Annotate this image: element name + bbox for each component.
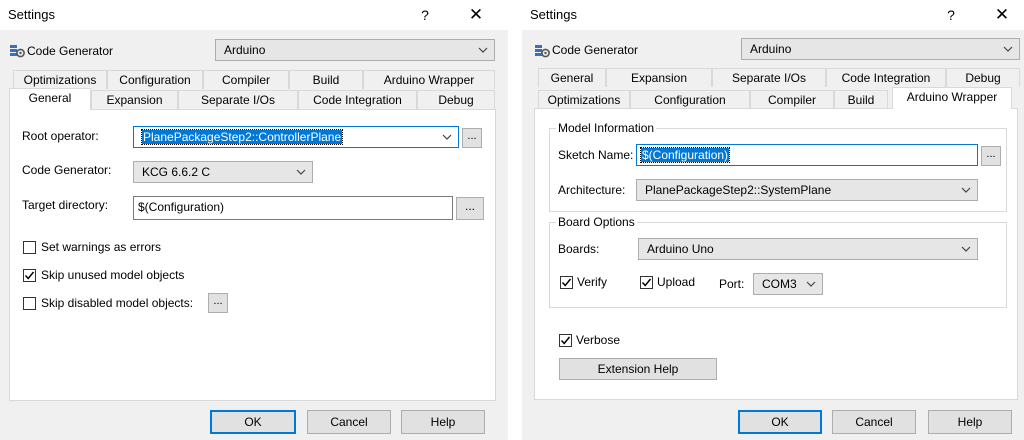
chevron-down-icon	[961, 187, 971, 193]
tab-debug[interactable]: Debug	[417, 90, 495, 109]
boards-dropdown[interactable]: Arduino Uno	[638, 238, 978, 260]
extension-help-button[interactable]: Extension Help	[559, 358, 717, 380]
title-bar: Settings ? ✕	[0, 0, 508, 30]
code-generator-label: Code Generator	[552, 43, 639, 57]
chevron-down-icon	[478, 47, 488, 53]
checkmark-icon	[560, 336, 571, 345]
codegen-dropdown[interactable]: KCG 6.6.2 C	[133, 161, 313, 183]
tab-optimizations[interactable]: Optimizations	[538, 90, 630, 109]
tab-optimizations[interactable]: Optimizations	[13, 70, 107, 89]
close-button[interactable]: ✕	[462, 4, 490, 26]
chevron-down-icon	[442, 134, 452, 140]
checkmark-icon	[561, 278, 572, 287]
root-operator-label: Root operator:	[22, 129, 99, 143]
sketch-name-label: Sketch Name:	[558, 148, 634, 162]
model-information-group: Model Information Sketch Name: $(Configu…	[549, 121, 1007, 212]
board-options-title: Board Options	[556, 215, 637, 229]
settings-dialog-arduino-wrapper: Settings ? ✕ Code Generator Arduino Gene…	[522, 0, 1024, 440]
skip-unused-label: Skip unused model objects	[41, 268, 185, 282]
code-generator-dropdown[interactable]: Arduino	[215, 39, 495, 61]
skip-unused-checkbox[interactable]	[23, 269, 36, 282]
settings-dialog-general: Settings ? ✕ Code Generator Arduino Opti…	[0, 0, 508, 440]
close-button[interactable]: ✕	[988, 4, 1016, 26]
board-options-group: Board Options Boards: Arduino Uno Verify…	[549, 215, 1007, 308]
ok-button[interactable]: OK	[210, 410, 296, 434]
help-button[interactable]: Help	[401, 410, 485, 434]
architecture-value: PlanePackageStep2::SystemPlane	[645, 183, 832, 197]
code-generator-value: Arduino	[750, 42, 792, 56]
root-operator-dropdown[interactable]: PlanePackageStep2::ControllerPlane	[133, 126, 459, 148]
model-information-title: Model Information	[556, 121, 657, 135]
tab-debug[interactable]: Debug	[946, 68, 1020, 87]
code-generator-label: Code Generator	[27, 44, 114, 58]
set-warnings-checkbox[interactable]	[23, 241, 36, 254]
title-bar: Settings ? ✕	[522, 0, 1024, 30]
boards-label: Boards:	[558, 242, 600, 256]
chevron-down-icon	[961, 246, 971, 252]
root-operator-browse-button[interactable]: ...	[462, 128, 482, 148]
ok-button[interactable]: OK	[738, 410, 822, 434]
skip-disabled-browse-button[interactable]: ...	[208, 293, 228, 313]
target-directory-input[interactable]: $(Configuration)	[133, 196, 453, 220]
tab-separate-ios[interactable]: Separate I/Os	[712, 68, 826, 87]
port-dropdown[interactable]: COM3	[753, 273, 823, 295]
skip-disabled-checkbox[interactable]	[23, 297, 36, 310]
tab-arduino-wrapper[interactable]: Arduino Wrapper	[892, 87, 1012, 109]
cancel-button[interactable]: Cancel	[832, 410, 916, 434]
general-tab-panel: Root operator: PlanePackageStep2::Contro…	[9, 109, 496, 401]
checkmark-icon	[24, 271, 35, 280]
tab-configuration[interactable]: Configuration	[107, 70, 203, 89]
verbose-label: Verbose	[576, 333, 621, 347]
tab-expansion[interactable]: Expansion	[606, 68, 712, 87]
verify-label: Verify	[577, 275, 608, 289]
tab-code-integration[interactable]: Code Integration	[298, 90, 417, 109]
tab-compiler[interactable]: Compiler	[203, 70, 289, 89]
boards-value: Arduino Uno	[647, 242, 714, 256]
sketch-name-browse-button[interactable]: ...	[981, 146, 1001, 166]
chevron-down-icon	[1003, 46, 1013, 52]
verbose-checkbox[interactable]	[559, 334, 572, 347]
architecture-label: Architecture:	[558, 183, 626, 197]
tab-expansion[interactable]: Expansion	[91, 90, 178, 109]
tab-build[interactable]: Build	[834, 90, 888, 109]
port-value: COM3	[762, 277, 797, 291]
tab-separate-ios[interactable]: Separate I/Os	[178, 90, 298, 109]
cancel-button[interactable]: Cancel	[307, 410, 391, 434]
sketch-name-value: $(Configuration)	[639, 147, 731, 163]
upload-checkbox[interactable]	[640, 276, 653, 289]
sketch-name-input[interactable]: $(Configuration)	[636, 144, 978, 166]
tab-configuration[interactable]: Configuration	[630, 90, 750, 109]
code-generator-icon	[10, 45, 25, 58]
codegen-value: KCG 6.6.2 C	[142, 165, 211, 179]
checkmark-icon	[641, 278, 652, 287]
skip-disabled-label: Skip disabled model objects:	[41, 296, 194, 310]
dialog-title: Settings	[530, 7, 577, 22]
tab-compiler[interactable]: Compiler	[750, 90, 834, 109]
root-operator-value: PlanePackageStep2::ControllerPlane	[140, 129, 344, 145]
dialog-title: Settings	[8, 7, 55, 22]
tab-code-integration[interactable]: Code Integration	[826, 68, 946, 87]
arduino-wrapper-tab-panel: Model Information Sketch Name: $(Configu…	[534, 108, 1018, 400]
set-warnings-label: Set warnings as errors	[41, 240, 162, 254]
target-directory-browse-button[interactable]: ...	[456, 197, 484, 220]
chevron-down-icon	[296, 169, 306, 175]
architecture-dropdown[interactable]: PlanePackageStep2::SystemPlane	[636, 179, 978, 201]
tab-general[interactable]: General	[9, 88, 91, 110]
verify-checkbox[interactable]	[560, 276, 573, 289]
tab-arduino-wrapper[interactable]: Arduino Wrapper	[363, 70, 495, 89]
help-title-button[interactable]: ?	[940, 4, 962, 26]
code-generator-icon	[535, 45, 550, 58]
chevron-down-icon	[806, 281, 816, 287]
help-title-button[interactable]: ?	[414, 4, 436, 26]
port-label: Port:	[719, 277, 745, 291]
tab-build[interactable]: Build	[289, 70, 363, 89]
codegen-label: Code Generator:	[22, 163, 112, 177]
tab-general[interactable]: General	[538, 68, 606, 87]
code-generator-dropdown[interactable]: Arduino	[741, 38, 1020, 60]
target-directory-value: $(Configuration)	[138, 200, 225, 214]
code-generator-value: Arduino	[224, 43, 266, 57]
upload-label: Upload	[657, 275, 696, 289]
help-button[interactable]: Help	[928, 410, 1012, 434]
target-directory-label: Target directory:	[22, 198, 109, 212]
